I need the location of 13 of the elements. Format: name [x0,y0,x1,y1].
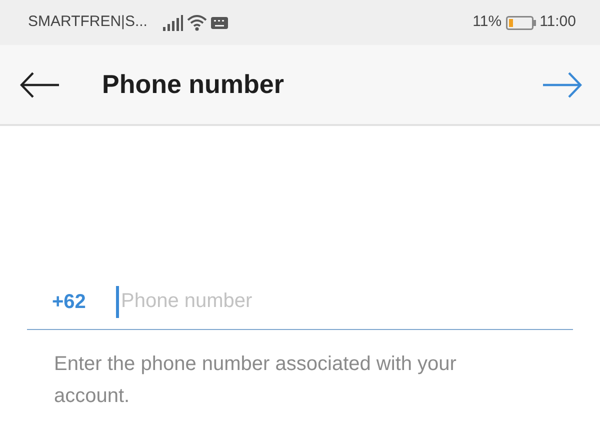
battery-icon [506,16,536,30]
next-arrow-icon[interactable] [542,72,582,98]
phone-number-input[interactable]: Phone number [116,286,573,318]
battery-percent: 11% [472,12,502,32]
keyboard-icon [211,16,228,28]
wifi-icon [187,14,208,30]
helper-text: Enter the phone number associated with your account. [54,352,458,409]
carrier-name: SMARTFREN|S... [28,12,148,32]
screen-title: Phone number [102,68,284,101]
clock-time: 11:00 [540,12,576,32]
country-code[interactable]: +62 [27,286,116,316]
signal-icon [163,14,184,30]
back-arrow-icon[interactable] [20,72,60,98]
